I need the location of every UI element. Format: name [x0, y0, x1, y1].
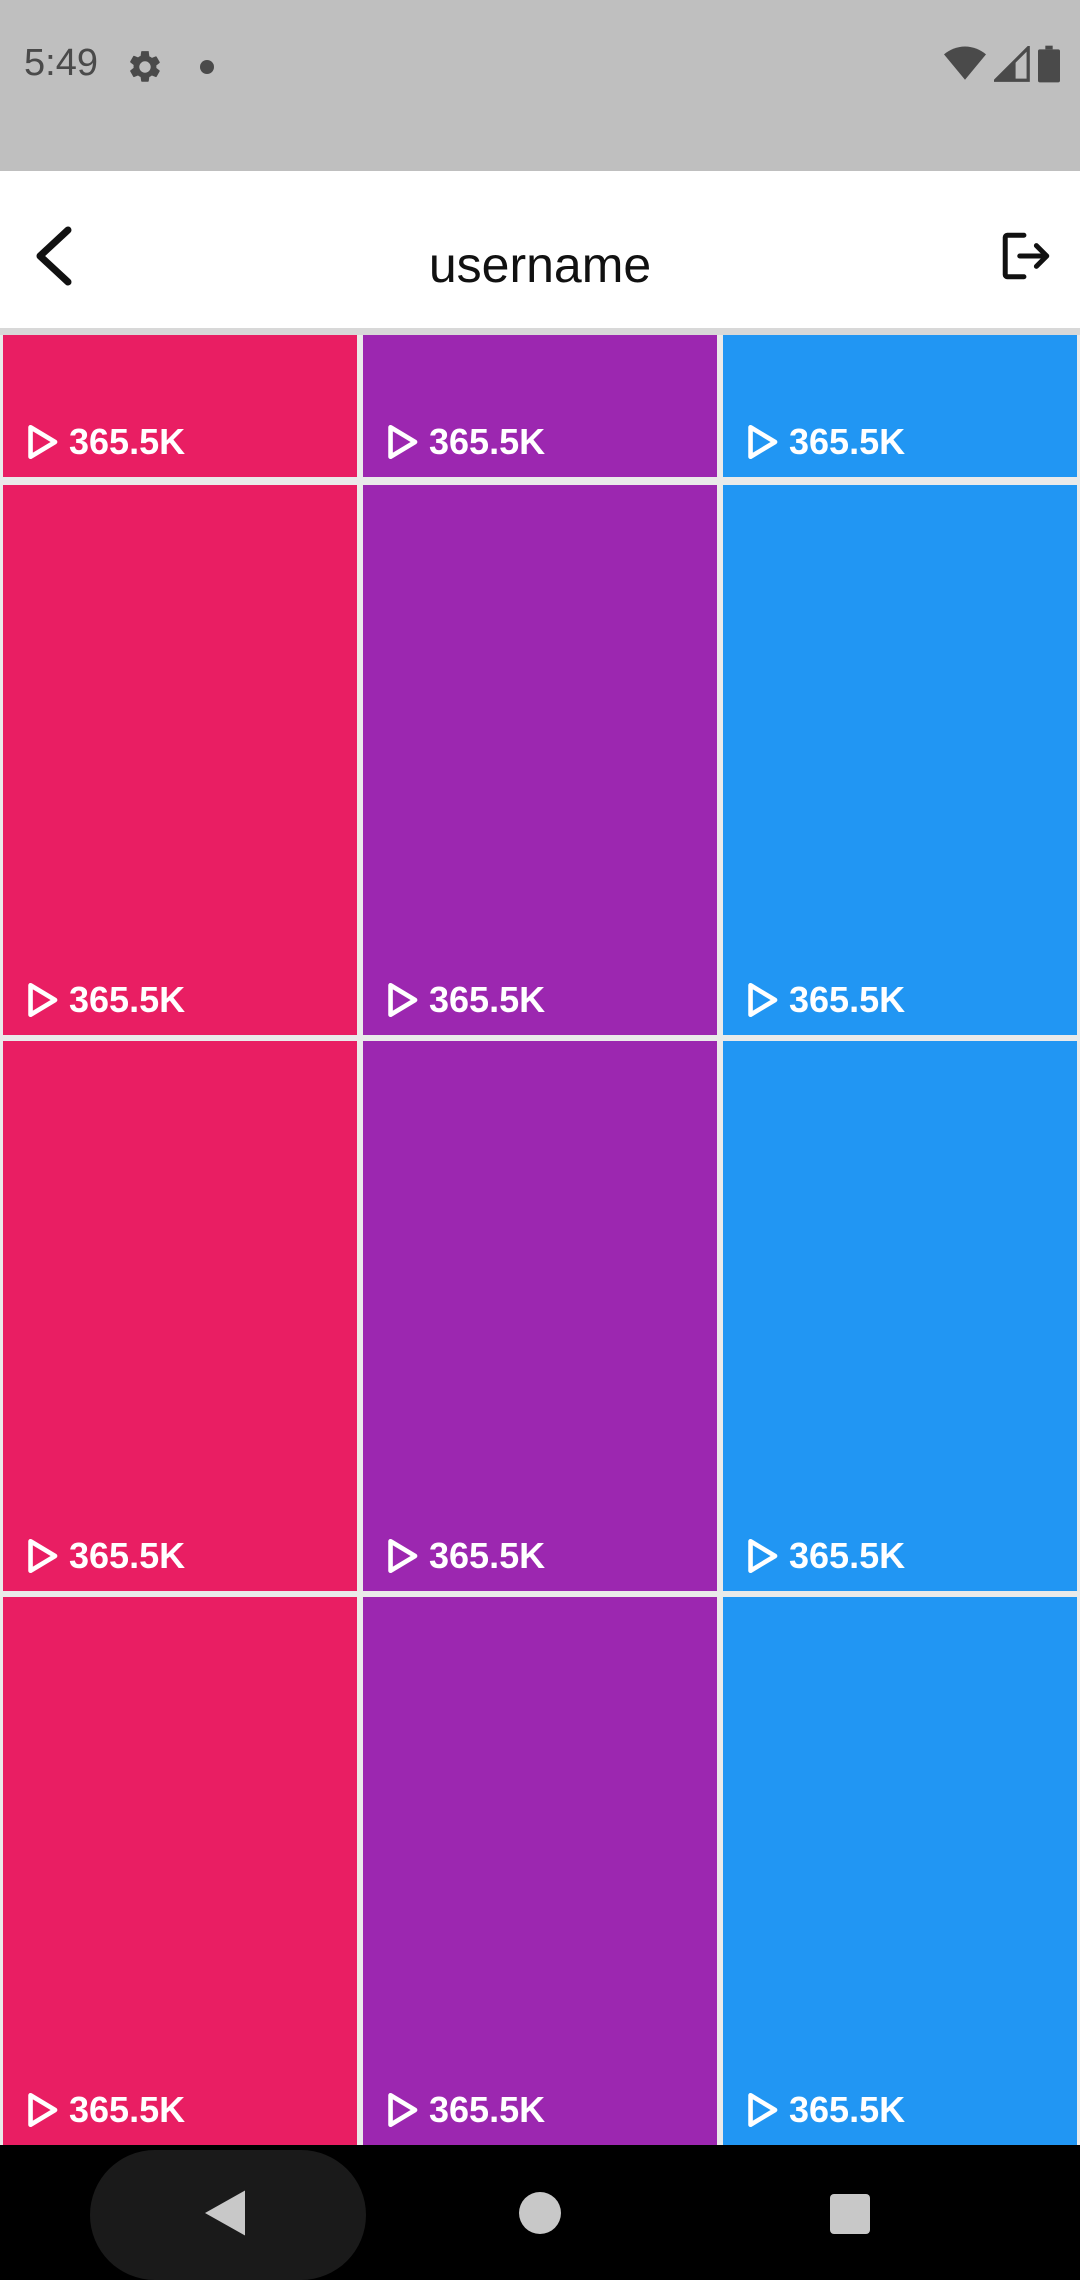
- logout-icon: [999, 229, 1053, 288]
- view-count-text: 365.5K: [429, 1535, 546, 1576]
- video-tile[interactable]: 365.5K: [363, 485, 717, 1035]
- status-icons: [944, 43, 1060, 88]
- app-bar-divider: [0, 328, 1080, 335]
- video-tile[interactable]: 365.5K: [363, 1597, 717, 2145]
- view-count-text: 365.5K: [789, 979, 906, 1020]
- video-tile[interactable]: 365.5K: [723, 1041, 1077, 1591]
- recents-square-icon[interactable]: [830, 2194, 870, 2234]
- video-tile[interactable]: 365.5K: [363, 335, 717, 477]
- home-circle-icon[interactable]: [519, 2192, 561, 2234]
- back-triangle-icon[interactable]: [200, 2188, 250, 2238]
- status-time: 5:49: [24, 42, 98, 84]
- view-count-text: 365.5K: [69, 421, 186, 462]
- view-count: 365.5K: [25, 421, 185, 463]
- view-count: 365.5K: [745, 421, 905, 463]
- gear-icon: [126, 48, 164, 86]
- view-count: 365.5K: [745, 2089, 905, 2131]
- video-tile[interactable]: 365.5K: [723, 335, 1077, 477]
- play-outline-icon: [745, 2092, 779, 2128]
- view-count-text: 365.5K: [429, 2089, 546, 2130]
- wifi-icon: [944, 46, 986, 87]
- screen: 5:49 username 365.5K 365.5K 365.5K 365.5…: [0, 0, 1080, 2280]
- video-tile[interactable]: 365.5K: [3, 1041, 357, 1591]
- video-tile[interactable]: 365.5K: [3, 485, 357, 1035]
- video-tile[interactable]: 365.5K: [723, 1597, 1077, 2145]
- video-tile[interactable]: 365.5K: [363, 1041, 717, 1591]
- view-count: 365.5K: [385, 979, 545, 1021]
- play-outline-icon: [385, 2092, 419, 2128]
- video-grid: 365.5K 365.5K 365.5K 365.5K 365.5K 365.5K 365.…: [0, 335, 1080, 2145]
- notification-dot-icon: [200, 60, 214, 74]
- view-count: 365.5K: [745, 1535, 905, 1577]
- play-outline-icon: [385, 982, 419, 1018]
- play-outline-icon: [25, 982, 59, 1018]
- view-count-text: 365.5K: [789, 1535, 906, 1576]
- view-count-text: 365.5K: [789, 2089, 906, 2130]
- play-outline-icon: [745, 424, 779, 460]
- battery-icon: [1038, 45, 1060, 88]
- view-count: 365.5K: [385, 1535, 545, 1577]
- play-outline-icon: [25, 1538, 59, 1574]
- view-count: 365.5K: [385, 2089, 545, 2131]
- play-outline-icon: [745, 982, 779, 1018]
- play-outline-icon: [385, 1538, 419, 1574]
- video-tile[interactable]: 365.5K: [3, 335, 357, 477]
- view-count-text: 365.5K: [69, 2089, 186, 2130]
- play-outline-icon: [745, 1538, 779, 1574]
- view-count: 365.5K: [745, 979, 905, 1021]
- view-count-text: 365.5K: [429, 421, 546, 462]
- play-outline-icon: [25, 424, 59, 460]
- view-count-text: 365.5K: [789, 421, 906, 462]
- view-count: 365.5K: [25, 979, 185, 1021]
- view-count: 365.5K: [25, 2089, 185, 2131]
- video-tile[interactable]: 365.5K: [723, 485, 1077, 1035]
- view-count: 365.5K: [385, 421, 545, 463]
- play-outline-icon: [25, 2092, 59, 2128]
- view-count-text: 365.5K: [69, 1535, 186, 1576]
- view-count-text: 365.5K: [69, 979, 186, 1020]
- page-title: username: [428, 237, 652, 293]
- status-bar: 5:49: [0, 0, 1080, 171]
- view-count: 365.5K: [25, 1535, 185, 1577]
- video-tile[interactable]: 365.5K: [3, 1597, 357, 2145]
- signal-icon: [991, 43, 1030, 87]
- view-count-text: 365.5K: [429, 979, 546, 1020]
- play-outline-icon: [385, 424, 419, 460]
- logout-button[interactable]: [984, 216, 1068, 300]
